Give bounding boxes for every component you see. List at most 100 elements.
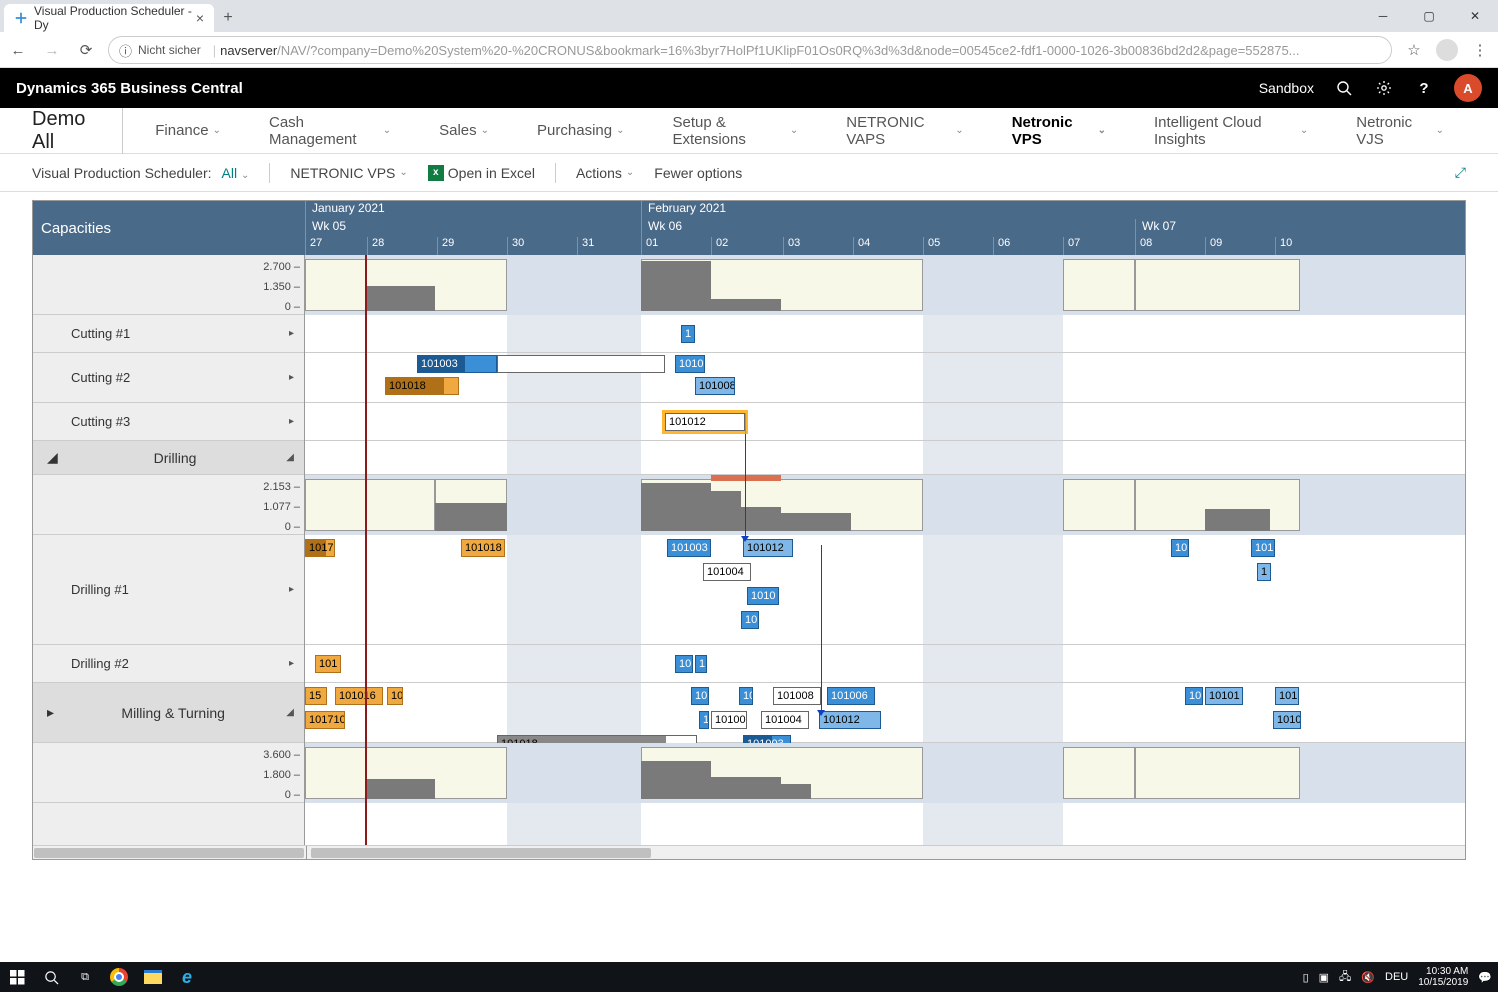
gantt-bar[interactable]: 10101 [1205,687,1243,705]
avatar[interactable]: A [1454,74,1482,102]
minimize-button[interactable]: ─ [1360,0,1406,32]
nav-intelligent-cloud-insights[interactable]: Intelligent Cloud Insights ⌄ [1154,114,1308,148]
expand-icon[interactable]: ▸ [289,372,294,383]
sidebar-row-drilling[interactable]: ◢Drilling◢ [33,441,304,475]
gantt-bar[interactable]: 10 [739,687,753,705]
gantt-bar[interactable]: 101 [1275,687,1299,705]
expand-group-icon[interactable]: ▸ [47,704,54,721]
tray-network-icon[interactable]: 🖧 [1339,968,1351,987]
gantt-bar[interactable]: 10 [387,687,403,705]
gantt-bar[interactable]: 10 [675,655,693,673]
nav-cash-management[interactable]: Cash Management ⌄ [269,114,391,148]
ie-icon[interactable]: e [170,962,204,992]
gantt-bar[interactable]: 1017 [305,539,335,557]
tray-notifications-icon[interactable]: 💬 [1478,971,1492,984]
taskview-icon[interactable]: ⧉ [68,962,102,992]
profile-icon[interactable] [1436,39,1458,61]
menu-icon[interactable]: ⋮ [1468,38,1492,62]
gantt-bar[interactable]: 101004 [703,563,751,581]
timeline-calendar[interactable]: January 2021February 2021Wk 05Wk 06Wk 07… [305,201,1465,255]
gantt-bar[interactable]: 101012 [819,711,881,729]
expand-icon[interactable]: ▸ [289,328,294,339]
fewer-options-button[interactable]: Fewer options [654,165,742,181]
gantt-bar[interactable]: 10 [1185,687,1203,705]
sidebar-row-milling-turning[interactable]: ▸Milling & Turning◢ [33,683,304,743]
gantt-bar[interactable]: 101003 [417,355,497,373]
new-tab-button[interactable]: + [214,4,242,32]
tray-lang[interactable]: DEU [1385,971,1408,983]
netronic-vps-dropdown[interactable]: NETRONIC VPS ⌄ [290,165,407,181]
tray-icon[interactable]: ▣ [1319,971,1329,984]
gantt-bar[interactable]: 1 [681,325,695,343]
gantt-bar[interactable]: 10 [1171,539,1189,557]
gantt-bar[interactable]: 10 [741,611,759,629]
gantt-bar[interactable]: 101 [1251,539,1275,557]
expand-icon[interactable]: ▸ [289,658,294,669]
expand-icon[interactable]: ▸ [289,416,294,427]
tray-clock[interactable]: 10:30 AM10/15/2019 [1418,966,1468,988]
nav-netronic-vps[interactable]: Netronic VPS ⌄ [1012,114,1106,148]
browser-tab[interactable]: Visual Production Scheduler - Dy × [4,4,214,32]
gantt-bar[interactable] [497,355,665,373]
gantt-bar[interactable]: 101003 [667,539,711,557]
hscroll-side-thumb[interactable] [34,848,304,858]
gantt-bar[interactable]: 10100 [711,711,747,729]
star-icon[interactable]: ☆ [1402,38,1426,62]
gantt-main[interactable]: 1 101003 10100 101018 101008 101012 1017 101018… [305,255,1465,845]
gantt-bar[interactable]: 10 [691,687,709,705]
sidebar-row-drilling-1[interactable]: Drilling #1▸ [33,535,304,645]
nav-sales[interactable]: Sales ⌄ [439,122,489,139]
help-icon[interactable]: ? [1414,78,1434,98]
gantt-bar[interactable]: 101018 [461,539,505,557]
sidebar-row-cutting-3[interactable]: Cutting #3▸ [33,403,304,441]
gantt-bar[interactable]: 1010 [747,587,779,605]
address-bar[interactable]: ⓘ Nicht sicher | navserver/NAV/?company=… [108,36,1392,64]
forward-button[interactable]: → [40,38,64,62]
nav-finance[interactable]: Finance ⌄ [155,122,221,139]
sidebar-row-cutting-2[interactable]: Cutting #2▸ [33,353,304,403]
gantt-bar[interactable]: 1 [1257,563,1271,581]
gantt-hscroll[interactable] [33,845,1465,859]
chrome-icon[interactable] [102,962,136,992]
search-taskbar-icon[interactable] [34,962,68,992]
tray-icon[interactable]: ▯ [1303,971,1309,984]
gantt-bar[interactable]: 101710 [305,711,345,729]
sidebar-row-cutting-1[interactable]: Cutting #1▸ [33,315,304,353]
tray-sound-icon[interactable]: 🔇 [1361,971,1375,984]
back-button[interactable]: ← [6,38,30,62]
gantt-bar[interactable]: 101016 [335,687,383,705]
gantt-bar[interactable]: 101012 [743,539,793,557]
gantt-bar[interactable]: 101004 [761,711,809,729]
expand-group-icon[interactable]: ◢ [47,449,58,466]
gantt-bar[interactable]: 15 [305,687,327,705]
close-icon[interactable]: × [196,10,204,26]
expand-icon[interactable]: ◢ [286,707,294,718]
collapse-icon[interactable]: ⤢ [1455,164,1466,181]
explorer-icon[interactable] [136,962,170,992]
gantt-bar[interactable]: 1 [699,711,709,729]
all-dropdown[interactable]: All ⌄ [222,165,250,181]
gantt-bar[interactable]: 1010 [1273,711,1301,729]
nav-purchasing[interactable]: Purchasing ⌄ [537,122,624,139]
open-excel-button[interactable]: x Open in Excel [428,165,535,181]
gear-icon[interactable] [1374,78,1394,98]
expand-icon[interactable]: ◢ [286,452,294,463]
gantt-bar[interactable]: 10100 [675,355,705,373]
gantt-bar[interactable]: 1 [695,655,707,673]
actions-dropdown[interactable]: Actions ⌄ [576,165,634,181]
nav-setup-extensions[interactable]: Setup & Extensions ⌄ [672,114,798,148]
reload-button[interactable]: ⟳ [74,38,98,62]
search-icon[interactable] [1334,78,1354,98]
company-selector[interactable]: Demo All [32,108,123,154]
start-button[interactable] [0,962,34,992]
nav-netronic-vaps[interactable]: NETRONIC VAPS ⌄ [846,114,963,148]
sidebar-row-drilling-2[interactable]: Drilling #2▸ [33,645,304,683]
gantt-bar[interactable]: 101008 [773,687,821,705]
gantt-bar[interactable]: 101 [315,655,341,673]
expand-icon[interactable]: ▸ [289,584,294,595]
gantt-bar[interactable]: 101018 [385,377,459,395]
gantt-bar[interactable]: 101012 [665,413,745,431]
close-window-button[interactable]: ✕ [1452,0,1498,32]
gantt-bar[interactable]: 101006 [827,687,875,705]
nav-netronic-vjs[interactable]: Netronic VJS ⌄ [1356,114,1444,148]
